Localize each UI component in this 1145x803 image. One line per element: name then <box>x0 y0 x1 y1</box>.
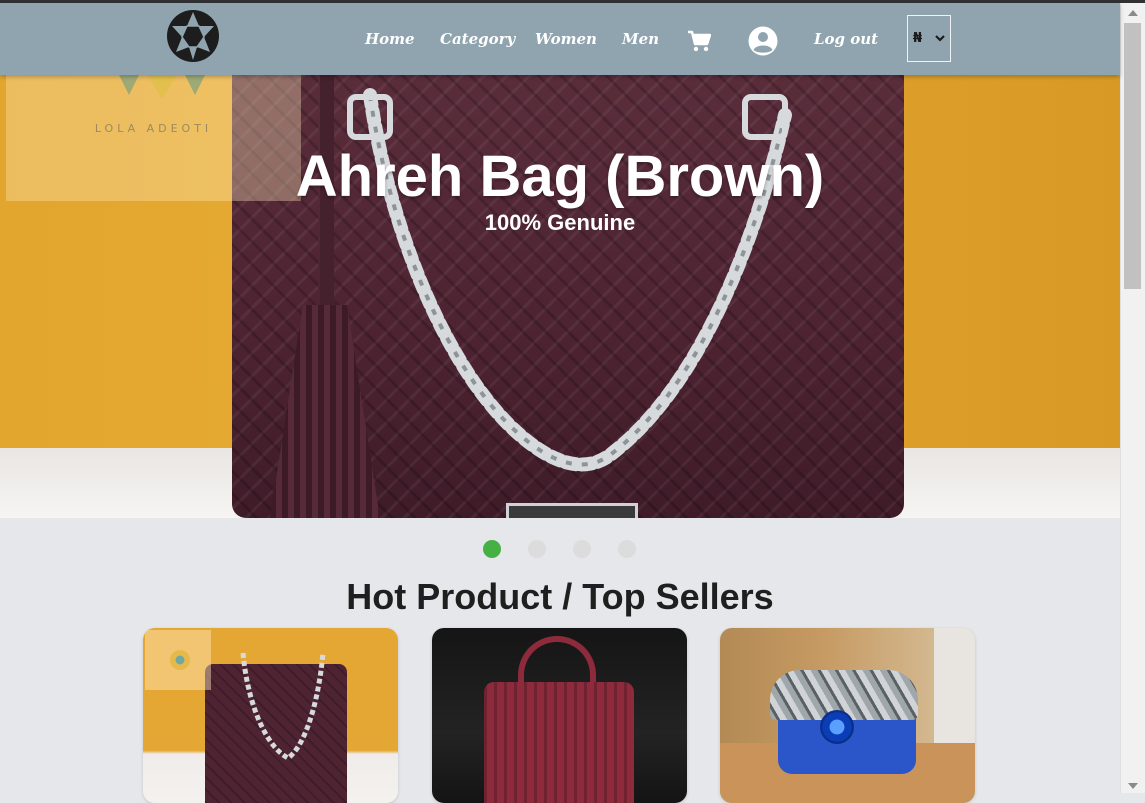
nav-men-link[interactable]: Men <box>622 30 659 48</box>
page-scrollbar[interactable] <box>1120 3 1145 793</box>
logout-link[interactable]: Log out <box>814 30 878 48</box>
nav-home-link[interactable]: Home <box>365 30 415 48</box>
product-3-flower-ornament <box>820 710 854 744</box>
account-icon[interactable] <box>748 26 778 56</box>
product-1-watermark-emblem <box>170 650 190 670</box>
nav-category-link[interactable]: Category <box>440 30 515 48</box>
product-card-3[interactable] <box>720 628 975 803</box>
scrollbar-thumb[interactable] <box>1124 23 1141 289</box>
product-1-watermark <box>145 630 211 690</box>
hero-bag-chain <box>347 88 792 472</box>
carousel-dot-1[interactable] <box>483 540 501 558</box>
product-3-backdrop <box>934 628 975 748</box>
product-1-chain <box>240 652 326 761</box>
carousel-dot-2[interactable] <box>528 540 546 558</box>
currency-value: ₦ <box>913 31 923 46</box>
nav-women-link[interactable]: Women <box>535 30 597 48</box>
carousel-dot-3[interactable] <box>573 540 591 558</box>
chevron-down-icon <box>935 35 945 42</box>
scroll-up-arrow[interactable] <box>1128 10 1138 16</box>
carousel-dot-4[interactable] <box>618 540 636 558</box>
product-card-1[interactable] <box>143 628 398 803</box>
top-navbar: Home Category Women Men Log out ₦ <box>0 3 1120 75</box>
brand-logo[interactable] <box>166 9 220 63</box>
watermark-text: LOLA ADEOTI <box>94 122 213 135</box>
section-title: Hot Product / Top Sellers <box>346 576 774 617</box>
cart-icon[interactable] <box>687 30 711 52</box>
hero-carousel: LOLA ADEOTI Ahreh Bag (Brown) 100% Genui… <box>0 75 1120 518</box>
hero-title: Ahreh Bag (Brown) <box>295 144 825 209</box>
product-card-2[interactable] <box>432 628 687 803</box>
product-image-2 <box>484 682 634 803</box>
currency-select[interactable]: ₦ <box>907 15 951 62</box>
watermark-logo-mark <box>119 75 205 99</box>
hero-bag-clasp <box>506 503 638 518</box>
carousel-indicators <box>0 539 1120 559</box>
hero-subtitle: 100% Genuine <box>484 210 636 235</box>
scroll-down-arrow[interactable] <box>1128 783 1138 789</box>
